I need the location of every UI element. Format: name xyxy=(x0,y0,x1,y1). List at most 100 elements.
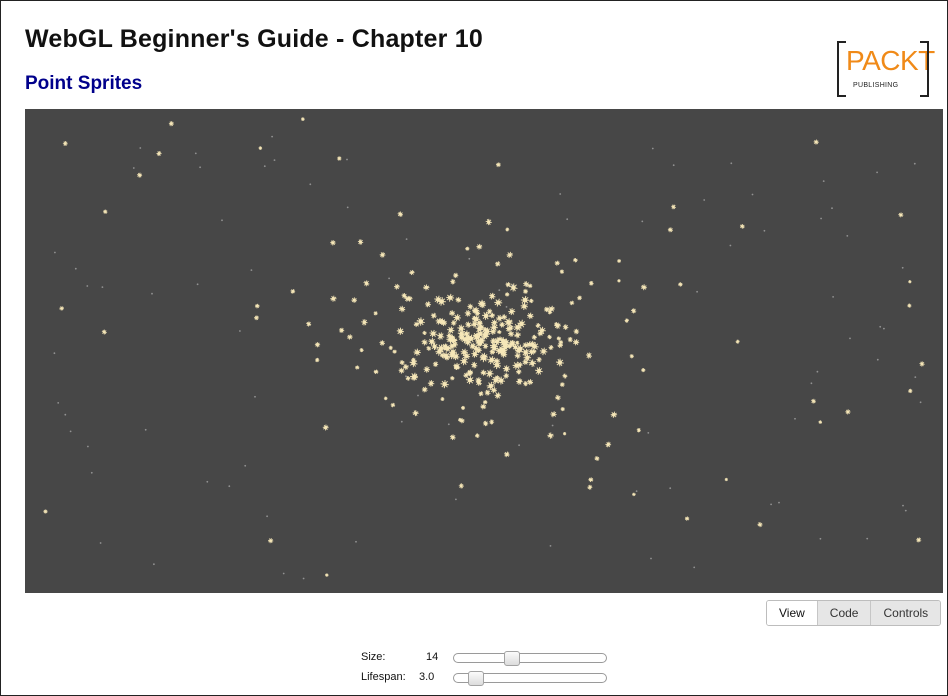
sprite-particle xyxy=(373,369,379,375)
sprite-particle xyxy=(908,280,912,284)
sprite-particle xyxy=(409,269,415,276)
sprite-particle xyxy=(411,357,416,363)
sprite-particle xyxy=(458,417,462,422)
sprite-particle xyxy=(399,360,405,366)
sprite-particle xyxy=(424,301,432,308)
sprite-dot xyxy=(417,394,419,397)
sprite-dot xyxy=(647,432,650,434)
sprite-particle xyxy=(422,330,427,336)
sprite-particle xyxy=(527,312,534,320)
sprite-dot xyxy=(206,480,209,483)
sprite-particle xyxy=(535,322,541,329)
sprite-particle xyxy=(493,357,500,365)
sprite-particle xyxy=(390,402,396,408)
lifespan-slider-thumb[interactable] xyxy=(468,671,484,686)
sprite-dot xyxy=(346,158,348,161)
sprite-particle xyxy=(523,288,529,294)
sprite-particle xyxy=(428,338,436,346)
sprite-particle xyxy=(585,352,593,359)
sprite-dot xyxy=(505,306,508,308)
sprite-particle xyxy=(636,428,641,433)
sprite-dot xyxy=(132,167,135,169)
sprite-particle xyxy=(547,432,554,439)
sprite-dot xyxy=(822,180,825,182)
sprite-particle xyxy=(156,151,162,157)
sprite-dot xyxy=(64,413,67,416)
sprite-particle xyxy=(450,376,455,381)
sprite-particle xyxy=(450,279,456,285)
sprite-dot xyxy=(876,358,879,361)
sprite-particle xyxy=(560,406,565,412)
sprite-dot xyxy=(866,537,869,540)
sprite-particle xyxy=(464,310,472,317)
page-subtitle: Point Sprites xyxy=(25,73,143,94)
sprite-particle xyxy=(494,298,503,307)
sprite-dot xyxy=(221,219,223,222)
sprite-particle xyxy=(480,403,487,410)
sprite-particle xyxy=(449,434,456,441)
sprite-particle xyxy=(537,330,544,337)
sprite-dot xyxy=(879,325,882,328)
sprite-particle xyxy=(573,328,580,335)
sprite-particle xyxy=(504,292,510,297)
sprite-dot xyxy=(729,244,732,247)
sprite-particle xyxy=(474,310,481,317)
sprite-dot xyxy=(518,444,520,447)
sprite-particle xyxy=(503,373,509,379)
lifespan-slider[interactable] xyxy=(453,671,607,686)
sprite-particle xyxy=(605,441,612,448)
sprite-particle xyxy=(499,321,505,328)
sprite-dot xyxy=(53,352,56,355)
size-slider[interactable] xyxy=(453,651,607,666)
sprite-particle xyxy=(412,410,419,417)
sprite-particle xyxy=(458,483,464,489)
sprite-particle xyxy=(573,258,578,263)
sprite-particle xyxy=(480,369,487,376)
sprite-particle xyxy=(587,484,593,490)
sprite-dot xyxy=(566,218,569,221)
sprite-dot xyxy=(820,217,822,220)
sprite-dot xyxy=(455,498,457,501)
sprite-particle xyxy=(314,342,321,348)
sprite-dot xyxy=(672,164,675,167)
sprite-dot xyxy=(400,420,403,423)
tab-controls[interactable]: Controls xyxy=(870,601,941,625)
sprite-particle xyxy=(594,456,600,461)
sprite-dot xyxy=(919,401,922,404)
sprite-dot xyxy=(86,285,89,287)
sprite-dot xyxy=(57,402,60,404)
sprite-particle xyxy=(550,411,557,418)
sprite-particle xyxy=(482,343,489,349)
tab-code[interactable]: Code xyxy=(816,601,871,625)
sprite-dot xyxy=(819,537,822,540)
sprite-dot xyxy=(468,257,471,260)
sprite-particle xyxy=(553,322,559,327)
sprite-particle xyxy=(373,311,378,316)
tab-view[interactable]: View xyxy=(767,601,817,625)
sprite-particle xyxy=(818,420,823,424)
page-title: WebGL Beginner's Guide - Chapter 10 xyxy=(25,25,483,53)
sprite-dot xyxy=(309,183,312,186)
sprite-dot xyxy=(901,266,904,269)
sprite-particle xyxy=(258,146,263,150)
sprite-dot xyxy=(101,286,104,288)
sprite-dot xyxy=(635,490,638,492)
sprite-particle xyxy=(547,309,553,315)
sprite-dot xyxy=(730,162,733,165)
webgl-canvas[interactable] xyxy=(25,109,943,593)
sprite-dot xyxy=(271,135,273,138)
sprite-particle xyxy=(554,260,560,266)
sprite-particle xyxy=(398,305,406,313)
lifespan-label: Lifespan: xyxy=(361,671,406,683)
sprite-dot xyxy=(273,159,276,161)
sprite-particle xyxy=(495,162,501,168)
sprite-particle xyxy=(446,293,455,302)
size-label: Size: xyxy=(361,651,386,663)
sprite-particle xyxy=(460,405,466,410)
sprite-particle xyxy=(588,280,594,286)
sprite-particle xyxy=(475,377,482,384)
sprite-dot xyxy=(388,277,390,280)
sprite-particle xyxy=(502,365,511,373)
sprite-particle xyxy=(463,372,469,379)
size-slider-thumb[interactable] xyxy=(504,651,520,666)
